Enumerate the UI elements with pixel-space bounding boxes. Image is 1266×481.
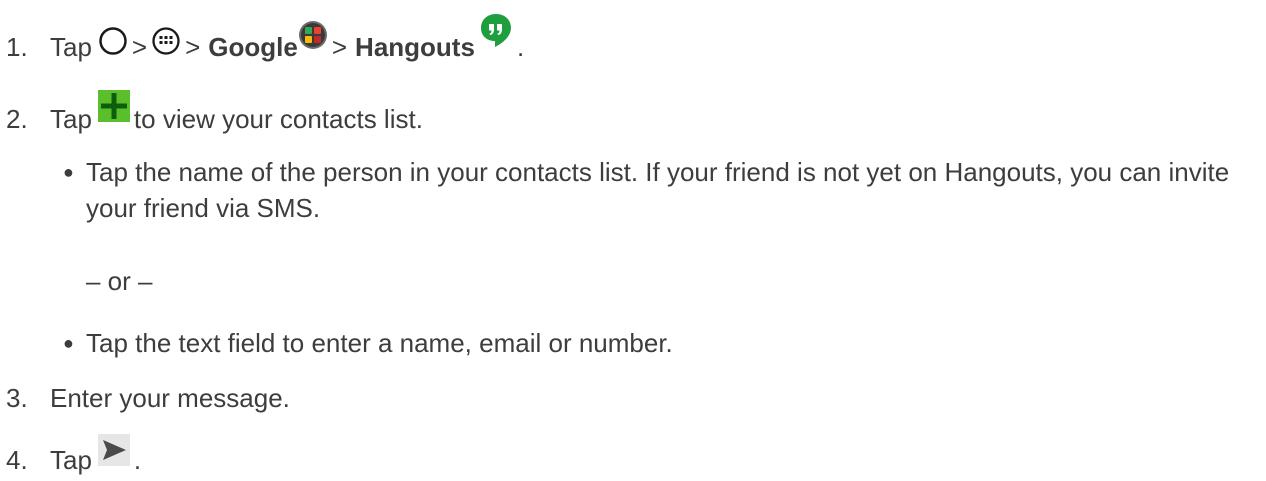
sub-item-text: Tap the name of the person in your conta…: [86, 157, 1230, 223]
step-text: Enter your message.: [50, 383, 290, 413]
home-circle-icon: [98, 26, 128, 62]
period: .: [516, 32, 525, 62]
step-number: 3.: [6, 383, 28, 413]
bullet-icon: ●: [63, 333, 74, 353]
add-plus-icon: [97, 90, 130, 128]
step-text-tap: Tap: [50, 104, 92, 134]
step-3: 3. Enter your message.: [0, 383, 290, 413]
step-text-tap: Tap: [50, 445, 92, 475]
google-folder-icon: [298, 20, 328, 56]
sub-item-text: Tap the text field to enter a name, emai…: [86, 328, 673, 358]
send-arrow-icon: [97, 434, 130, 472]
hangouts-icon: [479, 12, 513, 54]
step-1: 1. Tap > > Google > Hangouts .: [0, 14, 525, 62]
separator: >: [131, 32, 148, 62]
step-text-tap: Tap: [50, 32, 92, 62]
separator: >: [185, 32, 201, 62]
step-2: 2. Tap to view your contacts list.: [0, 90, 423, 134]
separator: >: [331, 32, 348, 62]
step-number: 1.: [6, 32, 28, 62]
or-separator: – or –: [86, 266, 153, 296]
step-4: 4. Tap .: [0, 434, 142, 475]
hangouts-label: Hangouts: [355, 32, 475, 62]
step-text: to view your contacts list.: [133, 104, 423, 134]
period: .: [133, 445, 142, 475]
sub-item-1: ● Tap the name of the person in your con…: [63, 154, 1236, 226]
google-label: Google: [208, 32, 298, 62]
sub-item-2: ● Tap the text field to enter a name, em…: [63, 325, 1236, 361]
step-number: 4.: [6, 445, 28, 475]
step-number: 2.: [6, 104, 28, 134]
apps-grid-icon: [151, 26, 181, 62]
bullet-icon: ●: [63, 162, 74, 182]
